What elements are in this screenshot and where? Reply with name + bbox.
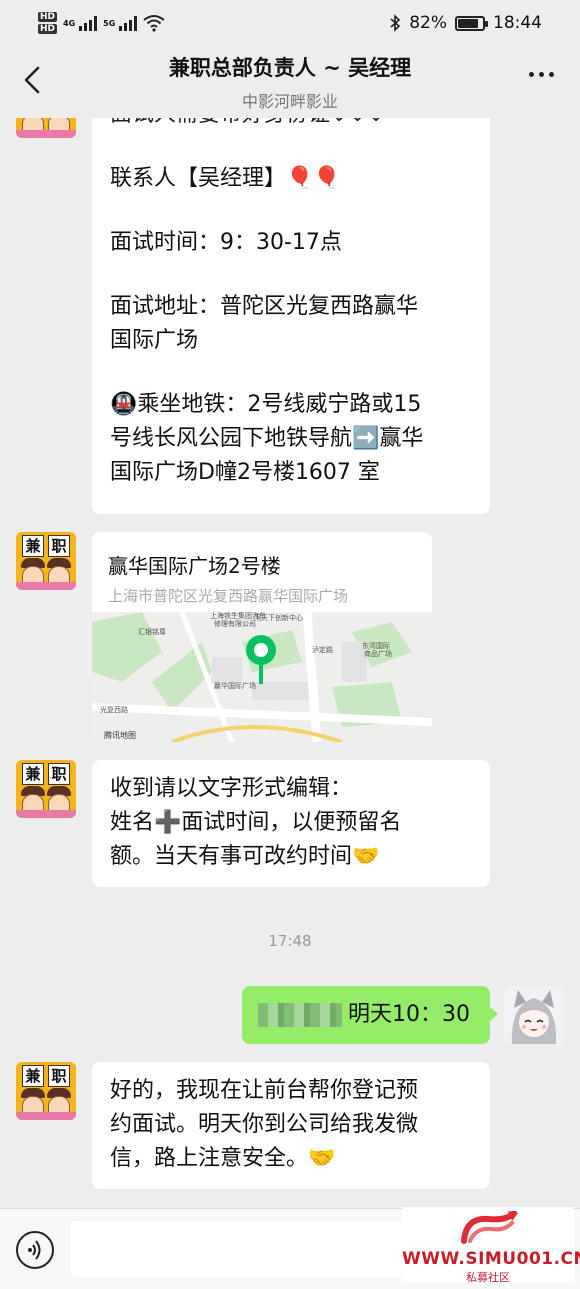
chat-header: 兼职总部负责人 ~ 吴经理 中影河畔影业 [0, 46, 580, 118]
battery-percent: 82% [409, 13, 447, 33]
map-label: 泸定路 [312, 645, 333, 654]
avatar-char-2: 职 [48, 763, 70, 785]
hd-badge-2: HD [38, 24, 58, 34]
my-message-bubble[interactable]: 明天10：30 [242, 986, 498, 1044]
watermark-site: WWW.SIMU001.CN [402, 1249, 580, 1269]
header-title-block: 兼职总部负责人 ~ 吴经理 中影河畔影业 [0, 52, 580, 112]
message-text: 号线长风公园下地铁导航➡️赢华 [110, 426, 424, 451]
map-label: 汇银铭尊 [138, 627, 166, 636]
map-label: 光复西路 [100, 705, 128, 714]
watermark-logo-icon [456, 1210, 520, 1245]
message-input[interactable] [70, 1221, 410, 1277]
signal-icon-1 [79, 15, 98, 31]
status-right: 82% 18:44 [389, 13, 542, 33]
watermark: WWW.SIMU001.CN 私募社区 [402, 1207, 580, 1284]
map-label: 商品广场 [364, 649, 392, 658]
my-avatar[interactable] [504, 986, 564, 1044]
message-bubble-instruction[interactable]: 收到请以文字形式编辑： 姓名➕面试时间，以便预留名 额。当天有事可改约时间🤝 [92, 760, 490, 887]
chat-title: 兼职总部负责人 ~ 吴经理 [168, 56, 412, 80]
chat-subtitle: 中影河畔影业 [241, 92, 338, 111]
avatar-char-1: 兼 [22, 1065, 44, 1087]
message-text: 面试地址：普陀区光复西路赢华 [110, 294, 419, 319]
avatar-char-1: 兼 [22, 763, 44, 785]
avatar-char-2: 职 [48, 1065, 70, 1087]
message-text: 信，路上注意安全。🤝 [110, 1146, 336, 1171]
contact-avatar[interactable]: 兼 职 [16, 1062, 76, 1120]
message-text: 联系人【吴经理】🎈🎈 [110, 166, 341, 191]
message-text: 🚇乘坐地铁：2号线威宁路或15 [110, 392, 422, 417]
location-title: 赢华国际广场2号楼 [108, 554, 281, 578]
battery-icon [455, 15, 488, 31]
avatar-char-2: 职 [48, 535, 70, 557]
message-bubble-reply[interactable]: 好的，我现在让前台帮你登记预 约面试。明天你到公司给我发微 信，路上注意安全。🤝 [92, 1062, 490, 1189]
more-options-icon[interactable] [529, 72, 554, 77]
message-text: 收到请以文字形式编辑： [110, 776, 353, 801]
chat-area[interactable]: 兼 职 面试人需要带好身份证⇓⇓⇓ 联系人【吴经理】🎈🎈 面试时间：9：30-1… [0, 118, 580, 1208]
bluetooth-icon [390, 14, 401, 32]
signal-icon-2 [119, 15, 138, 31]
avatar-char-1: 兼 [22, 535, 44, 557]
map-attribution: 腾讯地图 [104, 730, 136, 740]
hd-indicator: HD HD [38, 11, 58, 35]
contact-avatar[interactable]: 兼 职 [16, 532, 76, 590]
location-address: 上海市普陀区光复西路赢华国际广场 [108, 587, 349, 605]
status-left: HD HD 4G 5G [38, 11, 165, 35]
network-type-1: 4G [63, 18, 76, 28]
input-bar: WWW.SIMU001.CN 私募社区 [0, 1207, 580, 1289]
map-label: 修理有限公司 [214, 619, 256, 628]
message-bubble-info[interactable]: 面试人需要带好身份证⇓⇓⇓ 联系人【吴经理】🎈🎈 面试时间：9：30-17点 面… [92, 118, 490, 514]
message-text: 面试时间：9：30-17点 [110, 230, 342, 255]
message-text: 国际广场 [110, 328, 199, 353]
hd-badge-1: HD [38, 12, 58, 22]
redacted-name [258, 1003, 342, 1027]
map-preview[interactable]: 上海铁生集团汽车 修理有限公司 闲天下创新中心 汇银铭尊 东湾国际 商品广场 赢… [92, 612, 432, 742]
watermark-name: 私募社区 [466, 1271, 510, 1284]
voice-input-icon[interactable] [16, 1231, 54, 1269]
wifi-icon [143, 15, 165, 32]
anime-avatar-icon [504, 986, 564, 1044]
message-text: 约面试。明天你到公司给我发微 [110, 1112, 419, 1137]
network-type-2: 5G [103, 18, 116, 28]
location-card[interactable]: 赢华国际广场2号楼 上海市普陀区光复西路赢华国际广场 上海铁生集团汽车 修理有限… [92, 532, 432, 742]
message-text: 姓名➕面试时间，以便预留名 [110, 810, 402, 835]
map-label: 赢华国际广场 [214, 681, 256, 690]
contact-avatar[interactable]: 兼 职 [16, 118, 76, 138]
status-bar: HD HD 4G 5G 82% 18:44 [0, 0, 580, 46]
map-graphic: 上海铁生集团汽车 修理有限公司 闲天下创新中心 汇银铭尊 东湾国际 商品广场 赢… [92, 612, 432, 742]
contact-avatar[interactable]: 兼 职 [16, 760, 76, 818]
message-text: 明天10：30 [348, 1002, 470, 1027]
message-text: 好的，我现在让前台帮你登记预 [110, 1078, 419, 1103]
message-text: 面试人需要带好身份证⇓⇓⇓ [110, 118, 472, 132]
map-label: 东湾国际 [362, 641, 390, 650]
time-separator: 17:48 [268, 932, 312, 950]
message-text: 国际广场D幢2号楼1607 室 [110, 460, 380, 485]
map-label: 闲天下创新中心 [254, 613, 303, 622]
message-text: 额。当天有事可改约时间🤝 [110, 844, 380, 869]
clock: 18:44 [493, 13, 542, 33]
